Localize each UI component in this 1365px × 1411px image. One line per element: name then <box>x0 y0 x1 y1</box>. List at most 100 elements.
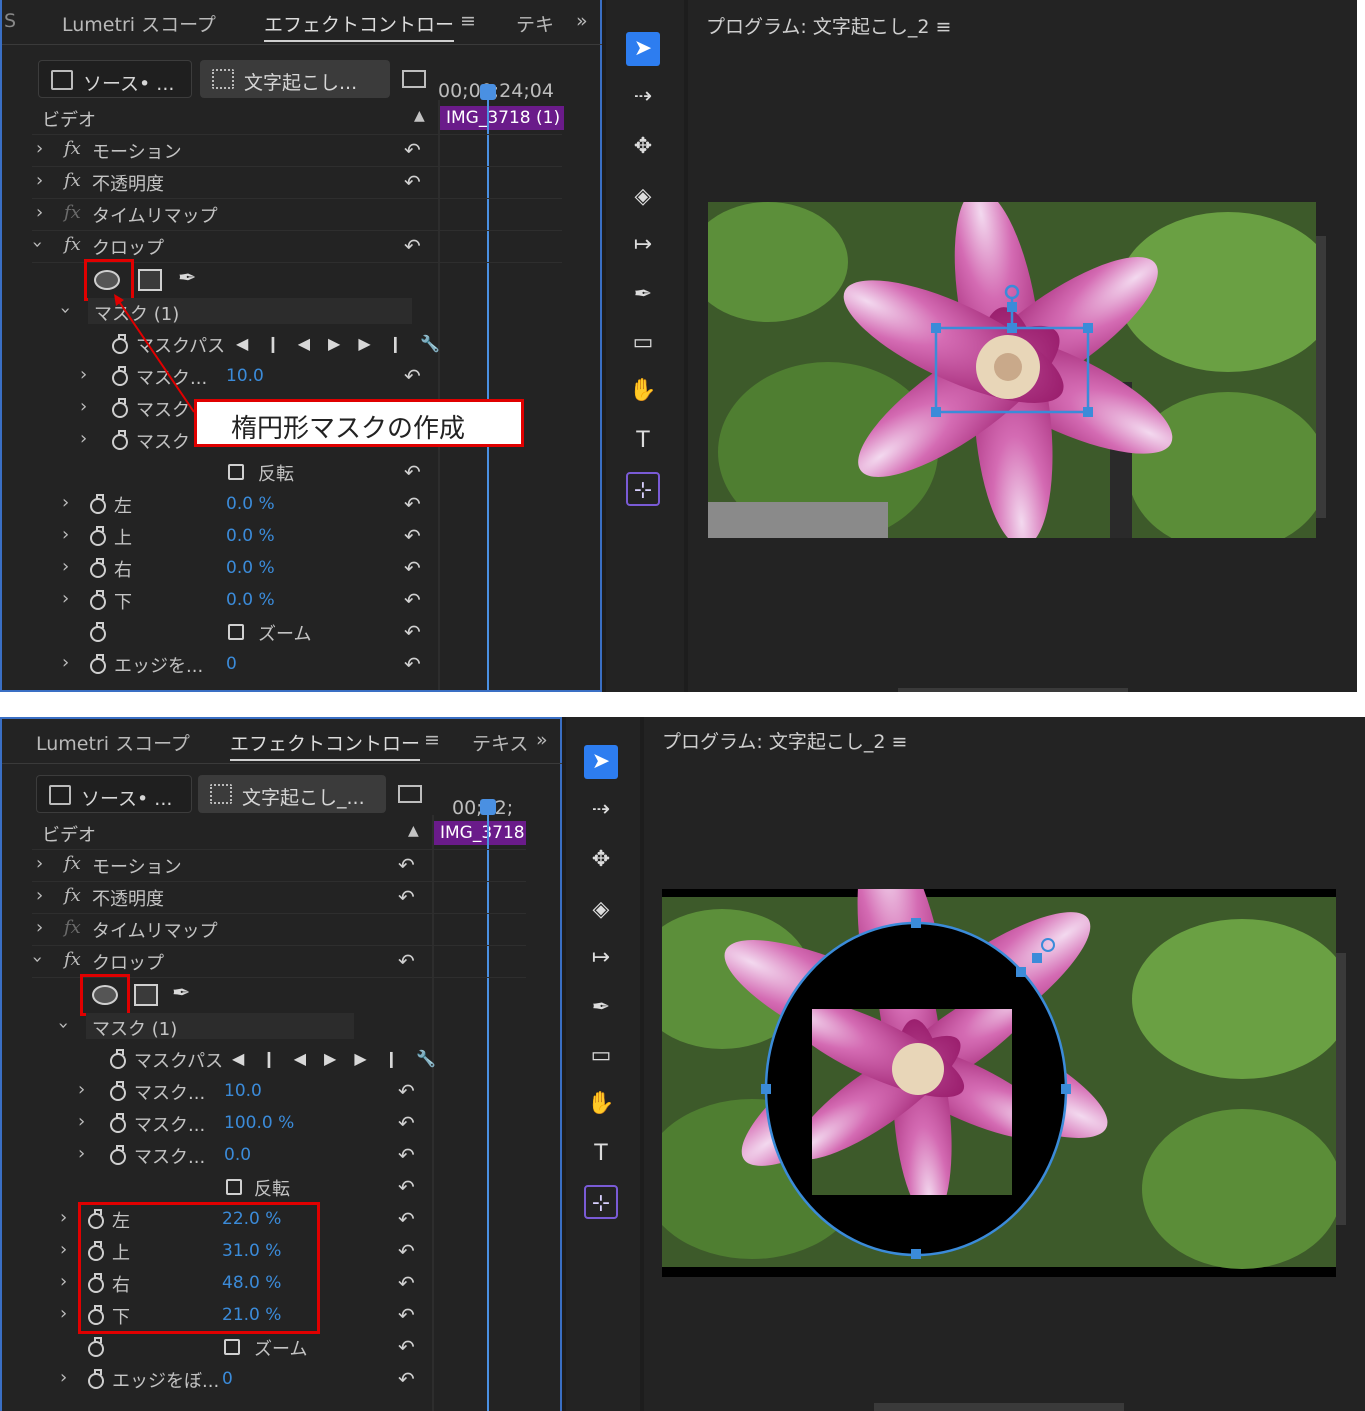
razor-icon[interactable]: ◈ <box>584 893 618 927</box>
stopwatch-icon[interactable] <box>88 1369 104 1389</box>
fx-icon[interactable]: fx <box>64 949 81 970</box>
source-clip-selector[interactable]: ソース• ... <box>36 775 192 813</box>
expand-chevron-icon[interactable]: › <box>60 1303 67 1324</box>
type-icon[interactable]: T <box>626 424 660 458</box>
fx-icon[interactable]: fx <box>64 885 81 906</box>
sequence-icon <box>210 784 232 804</box>
video-frame[interactable] <box>662 889 1336 1277</box>
hand-icon[interactable]: ✋ <box>584 1087 618 1121</box>
playhead-handle[interactable] <box>480 799 496 815</box>
reset-icon[interactable]: ↶ <box>398 853 415 877</box>
program-monitor-title[interactable]: プログラム: 文字起こし_2 ≡ <box>662 727 907 754</box>
rectangle-mask-icon[interactable] <box>134 984 158 1006</box>
stopwatch-icon[interactable] <box>110 1113 126 1133</box>
ripple-edit-icon[interactable]: ✥ <box>626 130 660 164</box>
expand-chevron-icon[interactable]: › <box>60 1367 67 1388</box>
horizontal-scrollbar[interactable] <box>898 688 1128 692</box>
reset-icon[interactable]: ↶ <box>398 1271 415 1295</box>
mask-row[interactable]: › マスク (1) <box>53 1015 432 1047</box>
selection-icon[interactable]: ➤ <box>584 745 618 779</box>
tab-lumetri-scopes[interactable]: Lumetri スコープ <box>36 729 190 756</box>
zoom-checkbox[interactable] <box>224 1339 240 1355</box>
expand-chevron-icon[interactable]: › <box>60 1207 67 1228</box>
invert-checkbox[interactable] <box>226 1179 242 1195</box>
collapse-icon[interactable]: ▲ <box>408 823 419 839</box>
program-monitor: プログラム: 文字起こし_2 ≡ <box>644 717 1365 1411</box>
reset-icon[interactable]: ↶ <box>398 1239 415 1263</box>
tools-panel: ➤ ⇢ ✥ ◈ ↦ ✒ ▭ ✋ T ⊹ <box>566 717 640 1411</box>
mask-opacity-row[interactable]: › マスク... 100.0 % ↶ <box>76 1111 432 1143</box>
mask-property-value[interactable]: 0.0 <box>224 1145 251 1165</box>
expand-chevron-icon[interactable]: › <box>60 1239 67 1260</box>
razor-icon[interactable]: ◈ <box>626 180 660 214</box>
expand-chevron-icon[interactable]: › <box>78 1111 85 1132</box>
slip-icon[interactable]: ↦ <box>626 228 660 262</box>
mask-expansion-row[interactable]: › マスク... 0.0 ↶ <box>76 1143 432 1175</box>
program-title-text: プログラム: 文字起こし_2 <box>662 731 886 753</box>
panel-menu-icon[interactable]: ≡ <box>936 16 952 38</box>
clip-bar[interactable]: IMG_3718 <box>434 821 526 845</box>
reset-icon[interactable]: ↶ <box>398 1207 415 1231</box>
horizontal-scrollbar[interactable] <box>874 1403 1124 1411</box>
rectangle-icon[interactable]: ▭ <box>584 1039 618 1073</box>
reset-icon[interactable]: ↶ <box>398 1143 415 1167</box>
zoom-row[interactable]: ズーム ↶ <box>58 1335 432 1367</box>
reset-icon[interactable]: ↶ <box>398 885 415 909</box>
stopwatch-icon[interactable] <box>110 1081 126 1101</box>
stopwatch-icon[interactable] <box>88 1337 104 1357</box>
expand-chevron-icon[interactable]: › <box>60 1271 67 1292</box>
stopwatch-icon[interactable] <box>110 1049 126 1069</box>
mask-property-value[interactable]: 100.0 % <box>224 1113 294 1133</box>
mask-feather-row[interactable]: › マスク... 10.0 ↶ <box>76 1079 432 1111</box>
reset-icon[interactable]: ↶ <box>398 1335 415 1359</box>
tab-text[interactable]: テキス <box>472 729 528 756</box>
pen-mask-icon[interactable]: ✒ <box>172 981 190 1006</box>
collapse-chevron-icon[interactable]: › <box>27 956 48 963</box>
monitor-scrollbar[interactable] <box>1336 953 1346 1225</box>
source-clip-label: ソース• ... <box>81 788 173 810</box>
ripple-edit-icon[interactable]: ✥ <box>584 843 618 877</box>
mask-path-tracking-icons[interactable]: ◀❙◀▶▶❙🔧 <box>232 1049 454 1068</box>
video-frame[interactable] <box>708 202 1316 538</box>
reset-icon[interactable]: ↶ <box>398 1175 415 1199</box>
program-monitor-title[interactable]: プログラム: 文字起こし_2 ≡ <box>706 12 951 39</box>
edge-feather-value[interactable]: 0 <box>222 1369 233 1389</box>
pen-icon[interactable]: ✒ <box>626 278 660 312</box>
more-tabs-icon[interactable]: » <box>536 729 548 751</box>
expand-chevron-icon[interactable]: › <box>36 885 43 906</box>
slip-icon[interactable]: ↦ <box>584 941 618 975</box>
reset-icon[interactable]: ↶ <box>398 1303 415 1327</box>
tab-effect-controls[interactable]: エフェクトコントロー <box>230 729 421 761</box>
fx-icon[interactable]: fx <box>64 853 81 874</box>
sequence-clip-label: 文字起こし_... <box>242 787 365 809</box>
reset-icon[interactable]: ↶ <box>398 1111 415 1135</box>
stopwatch-icon[interactable] <box>110 1145 126 1165</box>
reset-icon[interactable]: ↶ <box>398 1079 415 1103</box>
panel-menu-icon[interactable]: ≡ <box>424 729 440 751</box>
hand-icon[interactable]: ✋ <box>626 374 660 408</box>
track-select-icon[interactable]: ⇢ <box>584 793 618 827</box>
expand-chevron-icon[interactable]: › <box>78 1079 85 1100</box>
track-select-icon[interactable]: ⇢ <box>626 80 660 114</box>
type-icon[interactable]: T <box>584 1137 618 1171</box>
screenshot-before: S Lumetri スコープ エフェクトコントロー ≡ テキ » ソース• ..… <box>0 0 1357 692</box>
sequence-clip-selector[interactable]: 文字起こし_... <box>198 775 386 813</box>
expand-chevron-icon[interactable]: › <box>78 1143 85 1164</box>
toggle-timeline-icon[interactable] <box>398 785 422 803</box>
monitor-scrollbar[interactable] <box>1316 236 1326 518</box>
collapse-chevron-icon[interactable]: › <box>53 1022 74 1029</box>
rectangle-icon[interactable]: ▭ <box>626 326 660 360</box>
expand-chevron-icon[interactable]: › <box>36 917 43 938</box>
auto-reframe-icon[interactable]: ⊹ <box>584 1185 618 1219</box>
pen-icon[interactable]: ✒ <box>584 991 618 1025</box>
reset-icon[interactable]: ↶ <box>398 949 415 973</box>
mask-property-value[interactable]: 10.0 <box>224 1081 262 1101</box>
edge-feather-row[interactable]: › エッジをぼ... 0 ↶ <box>58 1367 432 1399</box>
panel-menu-icon[interactable]: ≡ <box>892 731 908 753</box>
expand-chevron-icon[interactable]: › <box>36 853 43 874</box>
reset-icon[interactable]: ↶ <box>398 1367 415 1391</box>
auto-reframe-icon[interactable]: ⊹ <box>626 472 660 506</box>
selection-icon[interactable]: ➤ <box>626 32 660 66</box>
effect-label: 不透明度 <box>92 889 164 910</box>
effect-label: クロップ <box>92 953 164 974</box>
